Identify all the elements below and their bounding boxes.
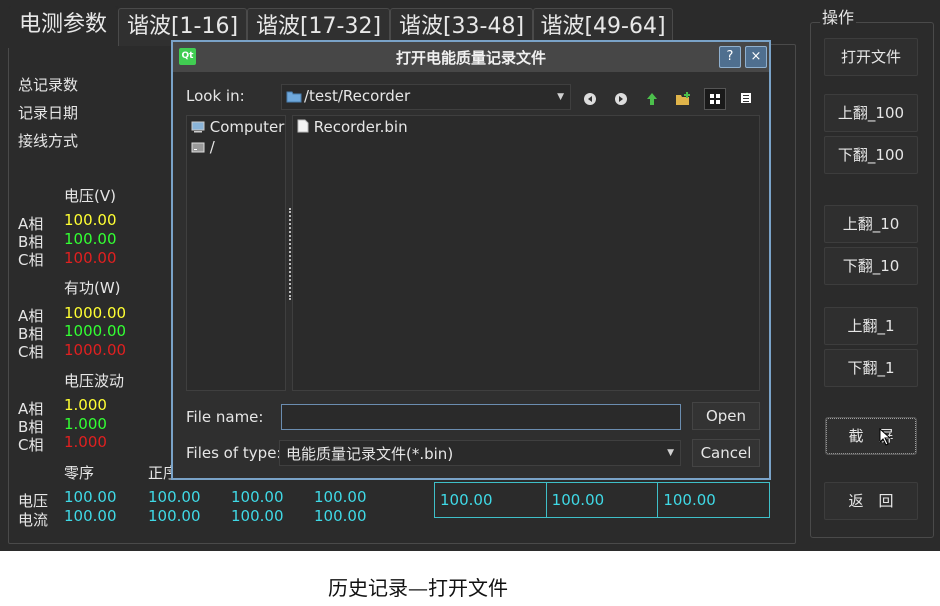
power-phase-c-label: C相 [18,343,44,361]
files-of-type-label: Files of type: [186,444,282,462]
seq-current-value: 100.00 [314,507,367,525]
seq-voltage-value: 100.00 [148,488,201,506]
file-name-input[interactable] [281,404,681,430]
file-icon [297,119,309,133]
open-button[interactable]: Open [692,402,760,430]
screenshot-button[interactable]: 截 屏 [825,417,917,455]
help-button[interactable]: ? [719,46,741,68]
computer-icon [191,121,205,133]
seq-current-value: 100.00 [231,507,284,525]
detail-view-icon[interactable] [735,88,757,110]
fluct-phase-b-value: 1.000 [64,415,107,433]
figure-caption: 历史记录—打开文件 [328,576,508,600]
sidebar-item-label: / [209,138,215,156]
seq-current-value: 100.00 [148,507,201,525]
voltage-title: 电压(V) [64,187,116,205]
power-phase-b-value: 1000.00 [64,322,127,340]
sidebar-item-label: Computer [209,118,285,136]
voltage-fluctuation-title: 电压波动 [64,372,125,390]
file-list-pane: Recorder.bin [292,115,760,391]
back-arrow-icon[interactable] [579,88,601,110]
new-folder-icon[interactable] [672,88,694,110]
folder-icon [286,91,302,103]
zero-sequence-header: 零序 [64,464,95,482]
pane-splitter[interactable] [289,208,291,300]
seq-voltage-label: 电压 [18,492,49,510]
operations-title: 操作 [820,4,857,28]
file-type-value: 电能质量记录文件(*.bin) [286,445,454,463]
fluct-phase-c-value: 1.000 [64,433,107,451]
page-up-1-button[interactable]: 上翻_1 [824,307,918,345]
total-records-label: 总记录数 [18,76,79,94]
seq-voltage-value: 100.00 [231,488,284,506]
file-item[interactable]: Recorder.bin [297,118,408,136]
fluct-phase-c-label: C相 [18,436,44,454]
look-in-combo[interactable]: /test/Recorder ▼ [281,84,571,110]
open-file-button[interactable]: 打开文件 [824,38,918,76]
sidebar-item-computer[interactable]: Computer [191,118,284,136]
chevron-down-icon: ▼ [557,92,564,102]
open-file-dialog: Qt 打开电能质量记录文件 ? × Look in: /test/Recorde… [171,40,771,480]
back-button[interactable]: 返 回 [824,482,918,520]
list-view-icon[interactable] [704,88,726,110]
forward-arrow-icon[interactable] [610,88,632,110]
seq-current-value: 100.00 [64,507,117,525]
power-phase-a-value: 1000.00 [64,304,127,322]
active-power-title: 有功(W) [64,279,121,297]
parent-directory-icon[interactable] [641,88,663,110]
cancel-button[interactable]: Cancel [692,439,760,467]
mouse-cursor-icon [879,428,892,446]
page-down-10-button[interactable]: 下翻_10 [824,247,918,285]
places-sidebar: Computer / [186,115,286,391]
seq-voltage-value: 100.00 [314,488,367,506]
dialog-title: 打开电能质量记录文件 [395,49,546,67]
page-up-100-button[interactable]: 上翻_100 [824,94,918,132]
file-item-label: Recorder.bin [313,118,408,136]
drive-icon [191,142,205,153]
record-date-label: 记录日期 [18,104,79,122]
power-phase-c-value: 1000.00 [64,341,127,359]
sidebar-item-root[interactable]: / [191,138,215,156]
seq-voltage-value: 100.00 [64,488,117,506]
table-cell: 100.00 [547,483,659,517]
table-cell: 100.00 [663,491,716,509]
voltage-phase-b-value: 100.00 [64,230,117,248]
tab-electrical-params[interactable]: 电测参数 [8,6,118,48]
seq-current-label: 电流 [18,511,49,529]
dialog-titlebar: Qt 打开电能质量记录文件 ? × [173,42,769,72]
fluct-phase-a-value: 1.000 [64,396,107,414]
chevron-down-icon: ▼ [667,448,674,458]
look-in-label: Look in: [186,87,245,105]
bottom-value-table: 100.00 100.00 100.00 [434,482,770,518]
file-name-label: File name: [186,408,264,426]
file-type-select[interactable]: 电能质量记录文件(*.bin) ▼ [279,440,681,466]
page-down-1-button[interactable]: 下翻_1 [824,349,918,387]
look-in-path: /test/Recorder [304,87,411,105]
close-button[interactable]: × [745,46,767,68]
page-up-10-button[interactable]: 上翻_10 [824,205,918,243]
wiring-mode-label: 接线方式 [18,132,79,150]
voltage-phase-c-label: C相 [18,251,44,269]
table-cell: 100.00 [435,483,547,517]
app-window: 电测参数 谐波[1-16] 谐波[17-32] 谐波[33-48] 谐波[49-… [0,0,940,551]
voltage-phase-c-value: 100.00 [64,249,117,267]
voltage-phase-a-value: 100.00 [64,211,117,229]
page-down-100-button[interactable]: 下翻_100 [824,136,918,174]
